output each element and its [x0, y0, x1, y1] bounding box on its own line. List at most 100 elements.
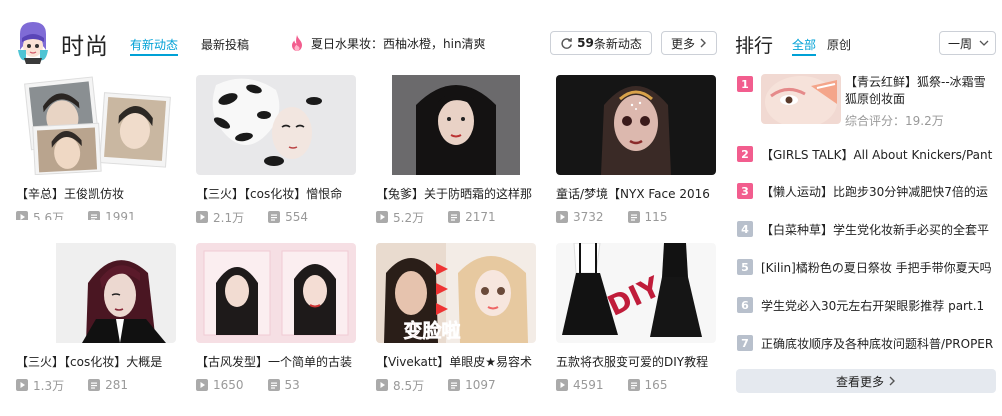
chevron-down-icon [979, 40, 989, 46]
chevron-right-icon [700, 38, 706, 48]
danmaku-count-icon [88, 379, 101, 391]
danmaku-count: 281 [105, 378, 128, 392]
video-stats: 1650 53 [196, 377, 356, 393]
promo-text: 夏日水果妆：西柚冰橙，hin清爽 [311, 36, 486, 51]
rank-item-score: 综合评分：19.2万 [845, 114, 944, 128]
rank-number: 6 [737, 297, 753, 313]
play-count: 3732 [573, 210, 604, 224]
video-card[interactable]: 【三火】【cos化妆】憎恨命 2.1万 554 [196, 75, 356, 225]
danmaku-count: 554 [285, 210, 308, 224]
new-activity-button[interactable]: 59 条新动态 [550, 31, 652, 55]
video-title[interactable]: 【古风发型】一个简单的古装 [196, 353, 356, 370]
fashion-zone-icon [14, 20, 52, 64]
play-count-icon [376, 211, 388, 223]
rank-item-title[interactable]: 【GIRLS TALK】All About Knickers/Panti [761, 146, 993, 163]
rank-number: 5 [737, 259, 753, 275]
video-thumbnail[interactable]: DIY [556, 243, 716, 343]
danmaku-count: 2171 [465, 210, 496, 224]
video-card[interactable]: 童话/梦境【NYX Face 2016 3732 115 [556, 75, 716, 225]
see-more-button[interactable]: 查看更多 [736, 369, 996, 393]
video-thumbnail[interactable] [376, 75, 536, 175]
refresh-icon [561, 37, 573, 49]
ranking-title: 排行 [735, 35, 774, 57]
video-card[interactable]: 【兔爹】关于防晒霜的这样那 5.2万 2171 [376, 75, 536, 225]
play-count: 1650 [213, 378, 244, 392]
danmaku-count-icon [268, 211, 281, 223]
video-title[interactable]: 【三火】【cos化妆】大概是 [16, 353, 176, 370]
rank-number: 7 [737, 335, 753, 351]
danmaku-count-icon [627, 211, 640, 223]
danmaku-count-icon [267, 379, 280, 391]
video-title[interactable]: 【Vivekatt】单眼皮★易容术 [376, 353, 536, 370]
play-count-icon [196, 211, 208, 223]
video-thumbnail[interactable] [16, 243, 176, 343]
new-activity-count: 59 [577, 36, 594, 50]
play-count-icon [196, 379, 208, 391]
danmaku-count-icon [448, 211, 461, 223]
zone-title: 时尚 [61, 34, 109, 60]
see-more-label: 查看更多 [835, 374, 884, 389]
video-title[interactable]: 【三火】【cos化妆】憎恨命 [196, 185, 356, 202]
more-button[interactable]: 更多 [661, 31, 717, 55]
video-stats: 5.2万 2171 [376, 209, 536, 225]
video-stats: 2.1万 554 [196, 209, 356, 225]
video-title[interactable]: 五款将衣服变可爱的DIY教程 [556, 353, 716, 370]
video-card[interactable]: 变脸啦 【Vivekatt】单眼皮★易容术 8.5万 1097 [376, 243, 536, 393]
video-thumbnail[interactable] [556, 75, 716, 175]
danmaku-count-icon [627, 379, 640, 391]
video-card[interactable]: 【辛总】王俊凯仿妆 5.6万 1991 [16, 75, 176, 225]
new-activity-suffix: 条新动态 [593, 36, 642, 51]
rank-item-title[interactable]: 【懒人运动】比跑步30分钟减肥快7倍的运 [761, 183, 993, 200]
rank-item-title[interactable]: [Kilin]橘粉色の夏日祭妆 手把手带你夏天吗 [761, 259, 993, 276]
rank-item-title[interactable]: 【白菜种草】学生党化妆新手必买的全套平 [761, 221, 993, 238]
period-select[interactable]: 一周 [939, 31, 996, 55]
video-thumbnail[interactable] [196, 75, 356, 175]
play-count-icon [16, 379, 28, 391]
promo-link[interactable]: 夏日水果妆：西柚冰橙，hin清爽 [290, 34, 486, 52]
danmaku-count: 1097 [465, 378, 496, 392]
video-stats: 8.5万 1097 [376, 377, 536, 393]
video-thumbnail[interactable] [16, 75, 176, 175]
video-thumbnail[interactable]: 变脸啦 [376, 243, 536, 343]
rank-number: 3 [737, 183, 753, 199]
flame-icon [292, 35, 302, 51]
video-stats: 3732 115 [556, 209, 716, 225]
rank-thumbnail[interactable] [761, 74, 841, 124]
play-count-icon [556, 211, 568, 223]
danmaku-count: 115 [644, 210, 668, 224]
period-value: 一周 [948, 36, 973, 51]
play-count: 1.3万 [33, 378, 65, 393]
rank-number: 4 [737, 221, 753, 237]
tab-latest-uploads[interactable]: 最新投稿 [201, 36, 249, 53]
more-label: 更多 [670, 36, 695, 51]
video-card[interactable]: 【三火】【cos化妆】大概是 1.3万 281 [16, 243, 176, 393]
video-title[interactable]: 【兔爹】关于防晒霜的这样那 [376, 185, 536, 202]
play-count: 5.2万 [393, 210, 425, 225]
play-count-icon [556, 379, 568, 391]
video-stats: 4591 165 [556, 377, 716, 393]
chevron-right-icon [889, 376, 895, 386]
danmaku-count: 165 [644, 378, 668, 392]
video-card[interactable]: 【古风发型】一个简单的古装 1650 53 [196, 243, 356, 393]
rank-tab-all[interactable]: 全部 [792, 36, 816, 53]
danmaku-count-icon [448, 379, 461, 391]
play-count-icon [376, 379, 388, 391]
danmaku-count: 53 [284, 378, 300, 392]
tab-new-activity[interactable]: 有新动态 [130, 36, 178, 53]
play-count: 4591 [573, 378, 604, 392]
video-thumbnail[interactable] [196, 243, 356, 343]
video-card[interactable]: DIY 五款将衣服变可爱的DIY教程 4591 165 [556, 243, 716, 393]
rank-item-title[interactable]: 正确底妆顺序及各种底妆问题科普/PROPER [761, 335, 993, 352]
rank-item-title[interactable]: 学生党必入30元左右开架眼影推荐 part.1 [761, 297, 993, 314]
play-count: 8.5万 [393, 378, 425, 393]
video-stats: 1.3万 281 [16, 377, 176, 393]
rank-tab-underline [792, 54, 816, 56]
video-title[interactable]: 【辛总】王俊凯仿妆 [16, 185, 176, 202]
active-tab-underline [130, 54, 178, 56]
rank-number: 1 [737, 76, 753, 92]
rank-tab-original[interactable]: 原创 [827, 36, 851, 53]
rank-item-title[interactable]: 【青云红鲜】狐祭--冰霜雪狐原创妆面 [845, 74, 995, 108]
thumbnail-caption: 变脸啦 [403, 319, 460, 342]
play-count: 2.1万 [213, 210, 245, 225]
video-title[interactable]: 童话/梦境【NYX Face 2016 [556, 185, 716, 202]
